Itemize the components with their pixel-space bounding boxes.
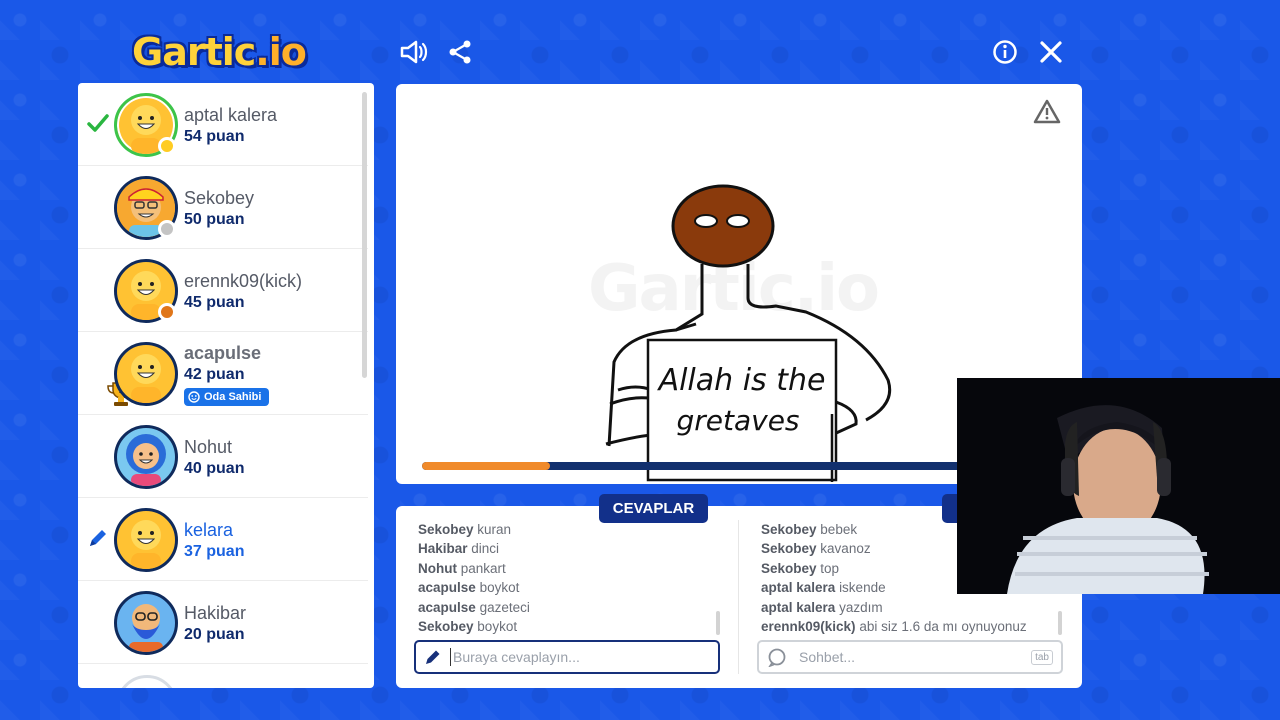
player-row[interactable]: erennk09(kick) 45 puan — [78, 249, 368, 332]
player-row[interactable]: Nohut 40 puan — [78, 415, 368, 498]
answer-input-placeholder: Buraya cevaplayın... — [453, 649, 580, 665]
chat-input[interactable]: Sohbet... tab — [757, 640, 1063, 674]
player-score: 40 puan — [184, 460, 245, 477]
player-row[interactable]: kelara 37 puan — [78, 498, 368, 581]
answer-message: Sekobey boykot — [418, 619, 518, 635]
player-name: kelara — [184, 520, 234, 540]
avatar-partial — [116, 675, 178, 688]
streamer-webcam-image — [957, 378, 1280, 594]
status-dot — [158, 220, 176, 238]
sign-text-line2: gretaves — [676, 404, 799, 437]
player-name: Nohut — [184, 437, 233, 457]
gartic-logo: Gartic.io — [132, 28, 307, 76]
info-icon[interactable] — [989, 36, 1021, 68]
round-timer-fill — [422, 462, 550, 470]
chat-message: aptal kalera yazdım — [761, 599, 883, 615]
player-score: 50 puan — [184, 211, 245, 228]
player-score: 54 puan — [184, 128, 245, 145]
logo-suffix: .io — [255, 30, 307, 74]
player-score: 37 puan — [184, 543, 245, 560]
player-list[interactable]: aptal kalera 54 puan Sekobey 50 puan ere… — [78, 83, 374, 688]
room-owner-badge: Oda Sahibi — [184, 388, 270, 406]
status-dot — [158, 137, 176, 155]
avatar — [114, 342, 178, 406]
player-name: acapulse — [184, 343, 262, 363]
player-name: aptal kalera — [184, 105, 278, 125]
player-name: erennk09(kick) — [184, 271, 303, 291]
player-score: 45 puan — [184, 294, 245, 311]
player-score: 42 puan — [184, 366, 245, 383]
tab-key-hint: tab — [1031, 649, 1053, 665]
chat-message: erennk09(kick) abi siz 1.6 da mı oynuyon… — [761, 619, 1027, 635]
answer-message: acapulse boykot — [418, 580, 520, 596]
player-score: 20 puan — [184, 626, 245, 643]
player-name: Sekobey — [184, 188, 255, 208]
answer-message: Sekobey kuran — [418, 522, 512, 537]
player-list-scrollbar[interactable] — [362, 92, 367, 378]
player-row[interactable]: 1 acapulse 42 puan Oda Sahibi — [78, 332, 368, 415]
chat-scrollbar[interactable] — [1058, 611, 1062, 635]
status-dot — [158, 303, 176, 321]
owner-face-icon — [188, 391, 200, 403]
pencil-icon — [426, 650, 440, 664]
panel-divider — [738, 520, 739, 674]
pencil-icon — [90, 530, 106, 546]
answer-message: acapulse gazeteci — [418, 599, 530, 615]
answer-message: Hakibar dinci — [418, 541, 500, 557]
avatar — [114, 425, 178, 489]
logo-main: Gartic — [132, 30, 256, 74]
player-row[interactable]: aptal kalera 54 puan — [78, 83, 368, 166]
avatar — [114, 508, 178, 572]
player-row[interactable]: Hakibar 20 puan — [78, 581, 368, 664]
owner-badge-label: Oda Sahibi — [204, 391, 262, 403]
share-icon[interactable] — [444, 36, 476, 68]
text-cursor — [450, 648, 451, 666]
answer-message: Nohut pankart — [418, 560, 506, 576]
webcam-overlay — [957, 378, 1280, 594]
report-warning-icon[interactable] — [1033, 99, 1061, 124]
answers-list: Sekobey kuran Hakibar dinci Nohut pankar… — [418, 520, 530, 636]
speaker-icon[interactable] — [398, 36, 430, 68]
player-row[interactable]: Sekobey 50 puan — [78, 166, 368, 249]
answer-input[interactable]: Buraya cevaplayın... — [414, 640, 720, 674]
answers-tab: CEVAPLAR — [599, 494, 708, 523]
chat-input-placeholder: Sohbet... — [799, 649, 856, 665]
chat-bubble-icon — [768, 648, 786, 667]
answers-scrollbar[interactable] — [716, 611, 720, 635]
close-icon[interactable] — [1035, 36, 1067, 68]
avatar — [114, 591, 178, 655]
sign-text-line1: Allah is the — [657, 363, 826, 398]
player-name: Hakibar — [184, 603, 247, 623]
check-icon — [87, 114, 109, 132]
